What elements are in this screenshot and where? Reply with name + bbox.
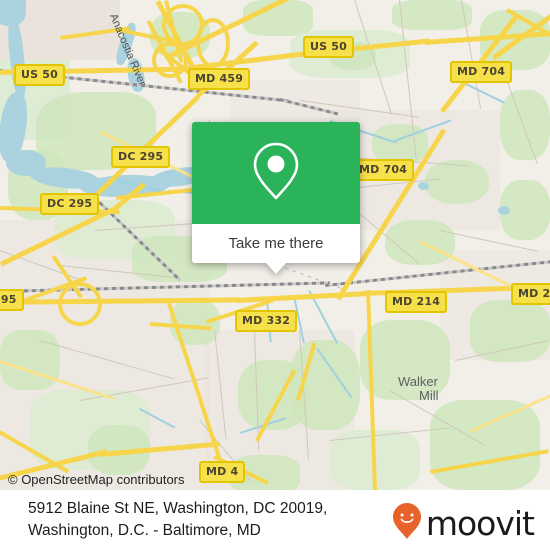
map-green-area bbox=[425, 160, 489, 204]
map-green-area bbox=[392, 0, 472, 30]
road-shield-md-214-center: MD 214 bbox=[385, 291, 448, 313]
map-green-area bbox=[500, 90, 550, 160]
road-shield-md-704-north: MD 704 bbox=[450, 61, 513, 83]
popup-pointer-tail bbox=[265, 262, 287, 274]
bottom-info-bar: 5912 Blaine St NE, Washington, DC 20019,… bbox=[0, 490, 550, 550]
road-shield-md-459: MD 459 bbox=[188, 68, 251, 90]
address-block: 5912 Blaine St NE, Washington, DC 20019,… bbox=[28, 498, 388, 542]
map-highway-loop bbox=[152, 42, 188, 78]
map-green-area bbox=[0, 330, 60, 390]
road-shield-us-50-east: US 50 bbox=[303, 36, 354, 58]
road-shield-295-clipped: 295 bbox=[0, 289, 24, 311]
place-label-walker: Walker bbox=[398, 374, 438, 389]
address-line-1: 5912 Blaine St NE, Washington, DC 20019, bbox=[28, 500, 328, 517]
road-shield-md-332: MD 332 bbox=[235, 310, 298, 332]
road-shield-md-4: MD 4 bbox=[199, 461, 246, 483]
road-shield-dc-295-north: DC 295 bbox=[111, 146, 171, 168]
moovit-smiley-pin-icon bbox=[392, 502, 422, 545]
popup-footer[interactable]: Take me there bbox=[192, 224, 360, 263]
map-highway-loop bbox=[196, 18, 230, 68]
map-green-area bbox=[470, 300, 550, 362]
map-pin-icon bbox=[249, 140, 303, 207]
map-water bbox=[418, 182, 429, 190]
map-screenshot: Anacostia River Walker Mill US 50 US 50 … bbox=[0, 0, 550, 550]
road-shield-dc-295-south: DC 295 bbox=[40, 193, 100, 215]
location-popup-card[interactable]: Take me there bbox=[192, 122, 360, 274]
road-shield-md-214-east: MD 214 bbox=[511, 283, 550, 305]
moovit-wordmark: moovit bbox=[425, 504, 535, 543]
map-water bbox=[498, 206, 510, 215]
take-me-there-button[interactable]: Take me there bbox=[228, 235, 323, 252]
popup-header bbox=[192, 122, 360, 224]
address-line-2: Washington, D.C. - Baltimore, MD bbox=[28, 522, 261, 539]
place-label-mill: Mill bbox=[419, 388, 439, 403]
map-canvas[interactable]: Anacostia River Walker Mill US 50 US 50 … bbox=[0, 0, 550, 490]
road-shield-md-704-mid: MD 704 bbox=[352, 159, 415, 181]
moovit-branding[interactable]: moovit bbox=[392, 502, 535, 545]
road-shield-us-50-west: US 50 bbox=[14, 64, 65, 86]
osm-attribution[interactable]: © OpenStreetMap contributors bbox=[8, 472, 185, 487]
